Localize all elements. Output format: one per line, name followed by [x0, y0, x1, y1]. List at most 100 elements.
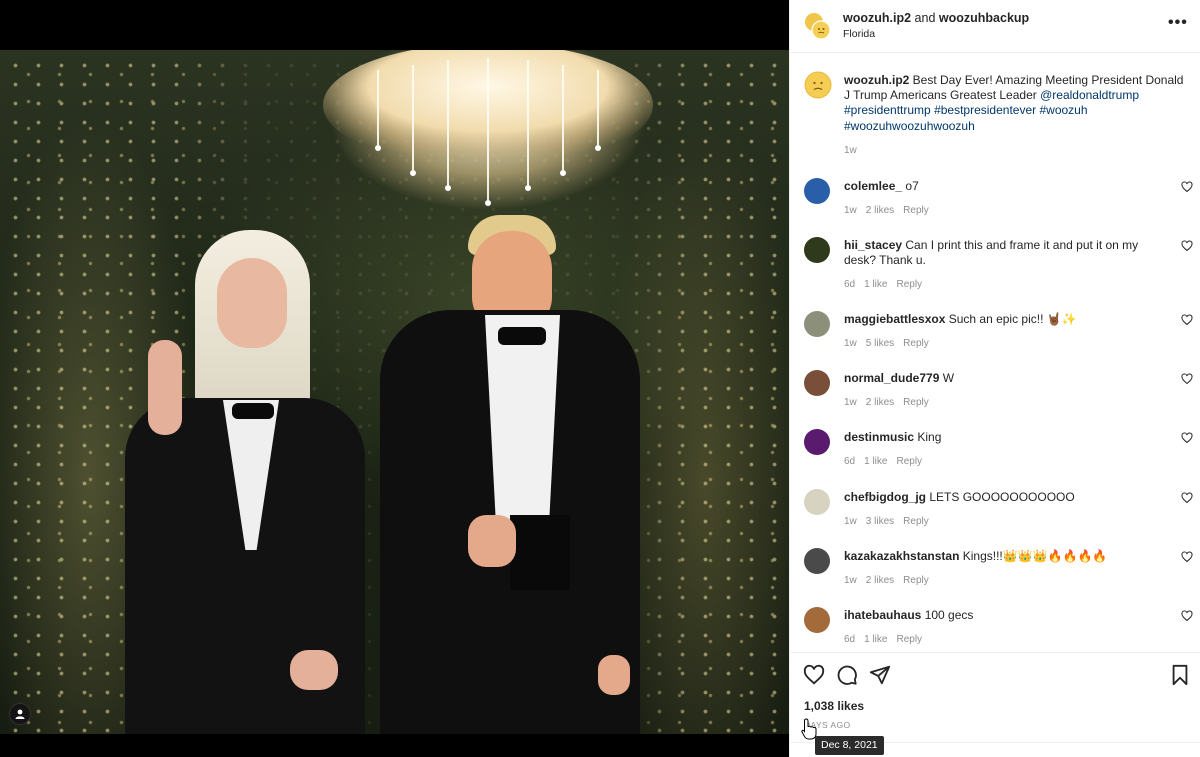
tagged-user-icon[interactable] [9, 703, 31, 725]
heart-icon[interactable] [1181, 181, 1193, 193]
reply-button[interactable]: Reply [903, 338, 929, 349]
comment-likes[interactable]: 3 likes [866, 516, 894, 527]
heart-icon[interactable] [1181, 432, 1193, 444]
caption-hashtag[interactable]: #woozuhwoozuhwoozuh [844, 119, 975, 133]
caption-mention[interactable]: @realdonaldtrump [1040, 88, 1139, 102]
heart-icon[interactable] [1181, 492, 1193, 504]
comment-time[interactable]: 1w [844, 205, 857, 216]
comment-username[interactable]: normal_dude779 [844, 371, 939, 385]
comment-text: maggiebattlesxox Such an epic pic!! 🤘🏾✨ [844, 312, 1160, 327]
actions-divider [790, 652, 1200, 653]
caption-time[interactable]: 1w [844, 145, 857, 156]
bookmark-icon[interactable] [1169, 664, 1191, 686]
heart-icon[interactable] [1181, 240, 1193, 252]
more-options-icon[interactable]: ••• [1168, 14, 1188, 32]
comment-time[interactable]: 1w [844, 338, 857, 349]
comment-item: kazakazakhstanstan Kings!!!👑👑👑🔥🔥🔥🔥 1w 2 l… [804, 548, 1199, 598]
comment-time[interactable]: 6d [844, 456, 855, 467]
comment-item: maggiebattlesxox Such an epic pic!! 🤘🏾✨ … [804, 311, 1199, 361]
caption-text: woozuh.ip2 Best Day Ever! Amazing Meetin… [844, 73, 1184, 134]
comment-likes[interactable]: 5 likes [866, 338, 894, 349]
comment-time[interactable]: 1w [844, 516, 857, 527]
comment-item: colemlee_ o7 1w 2 likes Reply [804, 178, 1199, 228]
comment-item: destinmusic King 6d 1 like Reply [804, 429, 1199, 479]
likes-count[interactable]: 1,038 likes [804, 699, 864, 713]
comment-username[interactable]: destinmusic [844, 430, 914, 444]
comment-text: hii_stacey Can I print this and frame it… [844, 238, 1160, 268]
comment-item: ihatebauhaus 100 gecs 6d 1 like Reply [804, 607, 1199, 657]
comment-item: normal_dude779 W 1w 2 likes Reply [804, 370, 1199, 420]
comment-time[interactable]: 6d [844, 634, 855, 645]
comment-meta: 6d 1 like Reply [844, 456, 931, 467]
heart-icon[interactable] [803, 664, 825, 686]
heart-icon[interactable] [1181, 314, 1193, 326]
comment-text: destinmusic King [844, 430, 1160, 445]
comment-avatar[interactable] [804, 311, 830, 337]
comment-avatar[interactable] [804, 489, 830, 515]
person-left [120, 220, 380, 734]
post-side-panel: woozuh.ip2 and woozuhbackup Florida ••• … [789, 0, 1200, 757]
comment-meta: 6d 1 like Reply [844, 634, 931, 645]
share-icon[interactable] [869, 664, 891, 686]
author-connector: and [914, 11, 936, 25]
comment-body: King [917, 430, 942, 444]
comment-time[interactable]: 1w [844, 397, 857, 408]
heart-icon[interactable] [1181, 551, 1193, 563]
post-photo[interactable] [0, 50, 789, 734]
reply-button[interactable]: Reply [896, 634, 922, 645]
comment-meta: 1w 5 likes Reply [844, 338, 938, 349]
comment-likes[interactable]: 2 likes [866, 397, 894, 408]
comment-username[interactable]: ihatebauhaus [844, 608, 921, 622]
post-location[interactable]: Florida [843, 28, 875, 40]
comment-avatar[interactable] [804, 370, 830, 396]
comment-icon[interactable] [836, 664, 858, 686]
coauthor-username[interactable]: woozuhbackup [939, 11, 1029, 25]
author-avatar[interactable] [804, 12, 832, 40]
comment-likes[interactable]: 2 likes [866, 205, 894, 216]
comment-username[interactable]: kazakazakhstanstan [844, 549, 959, 563]
caption-avatar[interactable] [804, 71, 832, 99]
comment-meta: 1w 3 likes Reply [844, 516, 938, 527]
caption-hashtag[interactable]: #bestpresidentever [934, 103, 1036, 117]
comment-meta: 6d 1 like Reply [844, 279, 931, 290]
comment-username[interactable]: colemlee_ [844, 179, 902, 193]
comment-body: Such an epic pic!! 🤘🏾✨ [948, 312, 1077, 326]
comment-avatar[interactable] [804, 237, 830, 263]
heart-icon[interactable] [1181, 610, 1193, 622]
comment-avatar[interactable] [804, 548, 830, 574]
comment-likes[interactable]: 2 likes [866, 575, 894, 586]
comment-likes[interactable]: 1 like [864, 456, 887, 467]
reply-button[interactable]: Reply [903, 575, 929, 586]
reply-button[interactable]: Reply [903, 397, 929, 408]
post-header: woozuh.ip2 and woozuhbackup Florida ••• [790, 0, 1200, 53]
comment-meta: 1w 2 likes Reply [844, 575, 938, 586]
caption-hashtag[interactable]: #presidenttrump [844, 103, 931, 117]
reply-button[interactable]: Reply [896, 456, 922, 467]
reply-button[interactable]: Reply [903, 516, 929, 527]
comment-likes[interactable]: 1 like [864, 279, 887, 290]
comment-text: kazakazakhstanstan Kings!!!👑👑👑🔥🔥🔥🔥 [844, 549, 1160, 564]
comment-meta: 1w 2 likes Reply [844, 397, 938, 408]
comment-item: hii_stacey Can I print this and frame it… [804, 237, 1199, 290]
author-names: woozuh.ip2 and woozuhbackup [843, 11, 1029, 25]
comment-username[interactable]: chefbigdog_jg [844, 490, 926, 504]
comment-avatar[interactable] [804, 607, 830, 633]
post-media[interactable] [0, 0, 789, 757]
comment-body: Kings!!!👑👑👑🔥🔥🔥🔥 [962, 549, 1108, 563]
author-username[interactable]: woozuh.ip2 [843, 11, 911, 25]
comment-time[interactable]: 1w [844, 575, 857, 586]
reply-button[interactable]: Reply [903, 205, 929, 216]
comment-text: chefbigdog_jg LETS GOOOOOOOOOOO [844, 490, 1160, 505]
caption-hashtag[interactable]: #woozuh [1039, 103, 1087, 117]
heart-icon[interactable] [1181, 373, 1193, 385]
comment-username[interactable]: maggiebattlesxox [844, 312, 945, 326]
comment-meta: 1w 2 likes Reply [844, 205, 938, 216]
caption-username[interactable]: woozuh.ip2 [844, 73, 909, 87]
comment-avatar[interactable] [804, 429, 830, 455]
reply-button[interactable]: Reply [896, 279, 922, 290]
comment-avatar[interactable] [804, 178, 830, 204]
comment-username[interactable]: hii_stacey [844, 238, 902, 252]
comment-likes[interactable]: 1 like [864, 634, 887, 645]
comment-time[interactable]: 6d [844, 279, 855, 290]
comment-text: ihatebauhaus 100 gecs [844, 608, 1160, 623]
